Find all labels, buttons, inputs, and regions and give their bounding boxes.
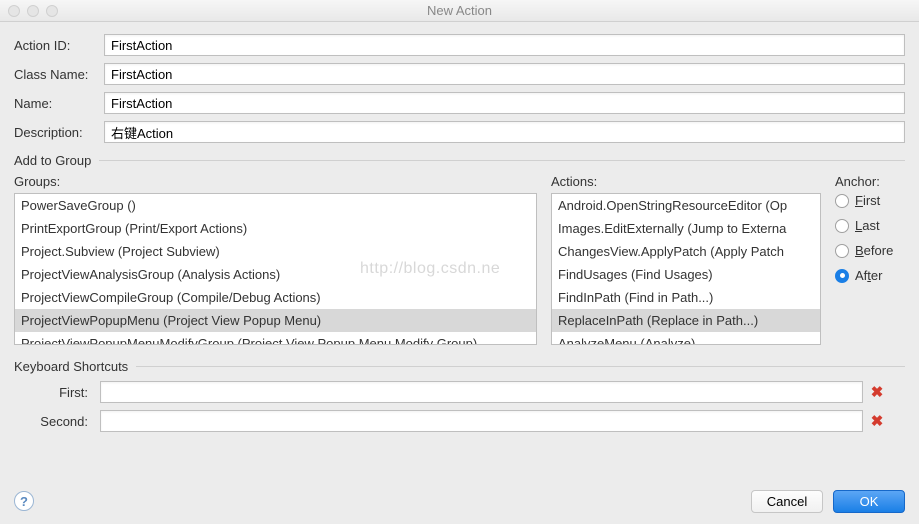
groups-label: Groups:: [14, 174, 537, 189]
anchor-radio-before[interactable]: Before: [835, 243, 905, 258]
description-input[interactable]: [104, 121, 905, 143]
dialog-footer: ? Cancel OK: [0, 478, 919, 524]
anchor-radio-last[interactable]: Last: [835, 218, 905, 233]
class-name-label: Class Name:: [14, 67, 104, 82]
list-item[interactable]: Project.Subview (Project Subview): [15, 240, 536, 263]
name-input[interactable]: [104, 92, 905, 114]
list-item[interactable]: ProjectViewCompileGroup (Compile/Debug A…: [15, 286, 536, 309]
separator-line: [99, 160, 905, 161]
name-label: Name:: [14, 96, 104, 111]
list-item[interactable]: FindInPath (Find in Path...): [552, 286, 820, 309]
ok-button[interactable]: OK: [833, 490, 905, 513]
list-item[interactable]: Android.OpenStringResourceEditor (Op: [552, 194, 820, 217]
radio-icon: [835, 194, 849, 208]
list-item[interactable]: ProjectViewPopupMenuModifyGroup (Project…: [15, 332, 536, 345]
groups-listbox[interactable]: PowerSaveGroup ()PrintExportGroup (Print…: [14, 193, 537, 345]
radio-label: Last: [855, 218, 880, 233]
radio-icon: [835, 244, 849, 258]
second-shortcut-label: Second:: [34, 414, 94, 429]
help-icon[interactable]: ?: [14, 491, 34, 511]
radio-icon: [835, 219, 849, 233]
actions-listbox[interactable]: Android.OpenStringResourceEditor (OpImag…: [551, 193, 821, 345]
titlebar: New Action: [0, 0, 919, 22]
action-id-label: Action ID:: [14, 38, 104, 53]
separator-line: [136, 366, 905, 367]
list-item[interactable]: PowerSaveGroup (): [15, 194, 536, 217]
second-shortcut-input[interactable]: [100, 410, 863, 432]
list-item[interactable]: AnalyzeMenu (Analyze): [552, 332, 820, 345]
clear-first-shortcut-icon[interactable]: ✖: [869, 384, 885, 400]
list-item[interactable]: ChangesView.ApplyPatch (Apply Patch: [552, 240, 820, 263]
list-item[interactable]: ReplaceInPath (Replace in Path...): [552, 309, 820, 332]
action-id-input[interactable]: [104, 34, 905, 56]
list-item[interactable]: FindUsages (Find Usages): [552, 263, 820, 286]
shortcuts-heading: Keyboard Shortcuts: [14, 359, 128, 374]
list-item[interactable]: ProjectViewAnalysisGroup (Analysis Actio…: [15, 263, 536, 286]
class-name-input[interactable]: [104, 63, 905, 85]
radio-label: First: [855, 193, 880, 208]
anchor-radio-after[interactable]: After: [835, 268, 905, 283]
radio-label: After: [855, 268, 882, 283]
description-label: Description:: [14, 125, 104, 140]
anchor-radio-group: First Last Before After: [835, 193, 905, 283]
list-item[interactable]: Images.EditExternally (Jump to Externa: [552, 217, 820, 240]
actions-label: Actions:: [551, 174, 821, 189]
radio-label: Before: [855, 243, 893, 258]
cancel-button[interactable]: Cancel: [751, 490, 823, 513]
list-item[interactable]: PrintExportGroup (Print/Export Actions): [15, 217, 536, 240]
first-shortcut-input[interactable]: [100, 381, 863, 403]
anchor-label: Anchor:: [835, 174, 905, 189]
add-to-group-heading: Add to Group: [14, 153, 91, 168]
first-shortcut-label: First:: [34, 385, 94, 400]
list-item[interactable]: ProjectViewPopupMenu (Project View Popup…: [15, 309, 536, 332]
anchor-radio-first[interactable]: First: [835, 193, 905, 208]
clear-second-shortcut-icon[interactable]: ✖: [869, 413, 885, 429]
radio-icon: [835, 269, 849, 283]
window-title: New Action: [0, 3, 919, 18]
